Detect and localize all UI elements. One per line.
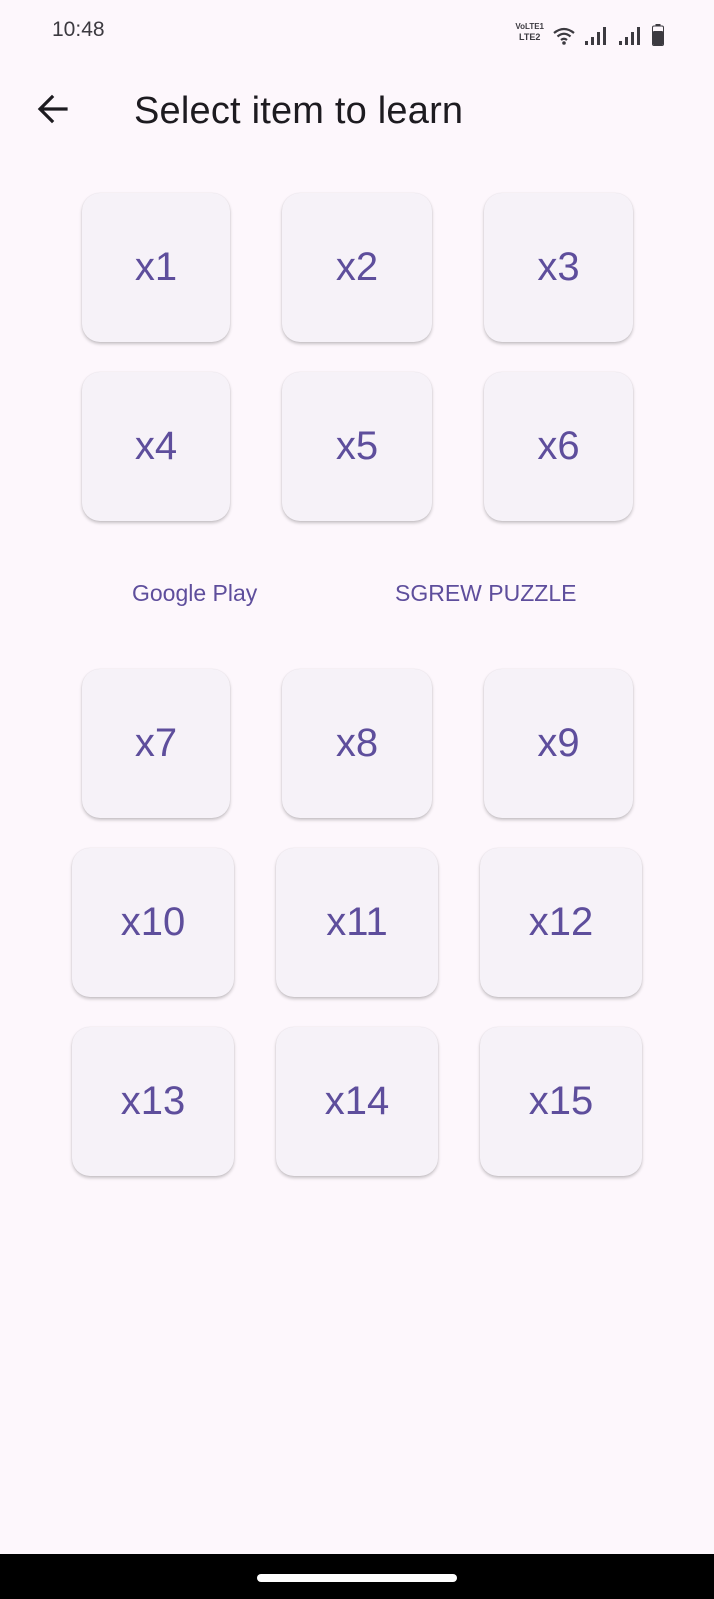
battery-icon <box>652 24 664 46</box>
tile-x4[interactable]: x4 <box>82 372 230 521</box>
tile-x1[interactable]: x1 <box>82 193 230 342</box>
google-play-link[interactable]: Google Play <box>132 580 257 607</box>
top-app-bar: Select item to learn <box>0 70 714 154</box>
tile-x11[interactable]: x11 <box>276 848 438 997</box>
tile-x15[interactable]: x15 <box>480 1027 642 1176</box>
status-icons: VoLTE1 LTE2 <box>515 16 664 46</box>
tile-x7[interactable]: x7 <box>82 669 230 818</box>
tile-x3[interactable]: x3 <box>484 193 633 342</box>
status-bar: 10:48 VoLTE1 LTE2 <box>0 0 714 62</box>
tile-x5[interactable]: x5 <box>282 372 432 521</box>
tile-x2[interactable]: x2 <box>282 193 432 342</box>
arrow-left-icon <box>37 94 68 124</box>
signal-icon-sim2 <box>619 27 640 45</box>
tile-x12[interactable]: x12 <box>480 848 642 997</box>
tile-x10[interactable]: x10 <box>72 848 234 997</box>
tile-x9[interactable]: x9 <box>484 669 633 818</box>
tile-x8[interactable]: x8 <box>282 669 432 818</box>
signal-icon-sim1 <box>585 27 606 45</box>
tile-x6[interactable]: x6 <box>484 372 633 521</box>
back-button[interactable] <box>28 84 78 134</box>
tile-x14[interactable]: x14 <box>276 1027 438 1176</box>
lte-label: LTE2 <box>519 32 541 42</box>
tile-x13[interactable]: x13 <box>72 1027 234 1176</box>
wifi-icon <box>553 27 575 45</box>
volte-label: VoLTE1 <box>515 22 544 31</box>
status-time: 10:48 <box>52 18 105 41</box>
sgrew-puzzle-link[interactable]: SGREW PUZZLE <box>395 580 576 607</box>
page-title: Select item to learn <box>134 90 464 132</box>
home-gesture-pill[interactable] <box>257 1574 457 1582</box>
volte-indicator: VoLTE1 LTE2 <box>515 22 544 42</box>
system-navigation-bar <box>0 1554 714 1599</box>
